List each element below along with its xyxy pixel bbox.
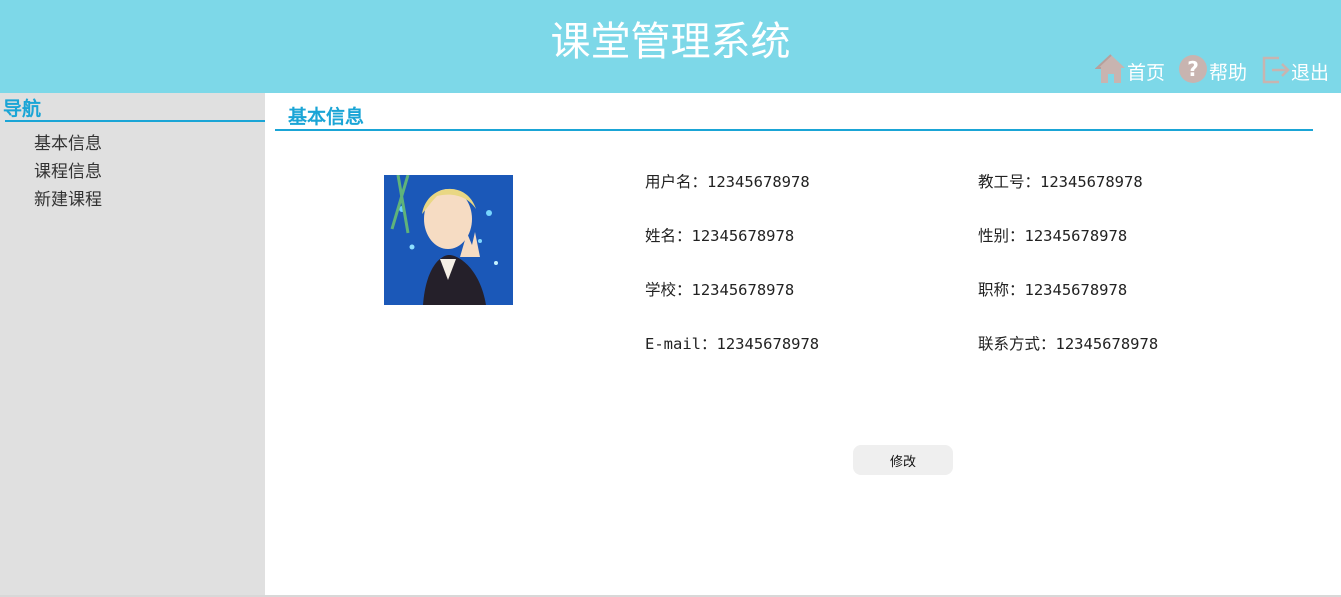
sidebar-menu: 基本信息 课程信息 新建课程 bbox=[34, 130, 102, 214]
sidebar-divider bbox=[5, 120, 265, 122]
logout-icon bbox=[1262, 56, 1290, 84]
contact-field: 联系方式：12345678978 bbox=[978, 335, 1159, 353]
email-field: E-mail：12345678978 bbox=[645, 335, 820, 353]
name-field: 姓名：12345678978 bbox=[645, 227, 795, 245]
title-field: 职称：12345678978 bbox=[978, 281, 1128, 299]
section-divider bbox=[275, 129, 1313, 131]
help-icon: ? bbox=[1178, 55, 1207, 83]
edit-button[interactable]: 修改 bbox=[853, 445, 953, 475]
sidebar-title: 导航 bbox=[3, 98, 42, 120]
home-icon bbox=[1094, 54, 1125, 83]
sidebar-item-new-course[interactable]: 新建课程 bbox=[34, 186, 102, 214]
home-link-label: 首页 bbox=[1126, 62, 1165, 84]
section-title: 基本信息 bbox=[288, 106, 365, 128]
staff-id-field: 教工号：12345678978 bbox=[978, 173, 1143, 191]
sidebar-item-course-info[interactable]: 课程信息 bbox=[34, 158, 102, 186]
main-content: 基本信息 用户名：12345678978 教工号：12345678978 姓名：… bbox=[265, 93, 1341, 595]
sidebar: 导航 基本信息 课程信息 新建课程 bbox=[0, 93, 265, 595]
username-field: 用户名：12345678978 bbox=[645, 173, 810, 191]
app-header: 课堂管理系统 首页 ? 帮助 退出 bbox=[0, 0, 1341, 93]
gender-field: 性别：12345678978 bbox=[978, 227, 1128, 245]
logout-link-label: 退出 bbox=[1290, 62, 1329, 84]
home-link[interactable]: 首页 bbox=[1094, 52, 1165, 86]
help-link[interactable]: ? 帮助 bbox=[1177, 52, 1247, 86]
header-nav: 首页 ? 帮助 退出 bbox=[1083, 46, 1329, 86]
logout-link[interactable]: 退出 bbox=[1259, 52, 1329, 86]
svg-text:?: ? bbox=[1187, 57, 1199, 81]
avatar bbox=[384, 175, 513, 305]
help-link-label: 帮助 bbox=[1208, 62, 1247, 84]
school-field: 学校：12345678978 bbox=[645, 281, 795, 299]
sidebar-item-basic-info[interactable]: 基本信息 bbox=[34, 130, 102, 158]
